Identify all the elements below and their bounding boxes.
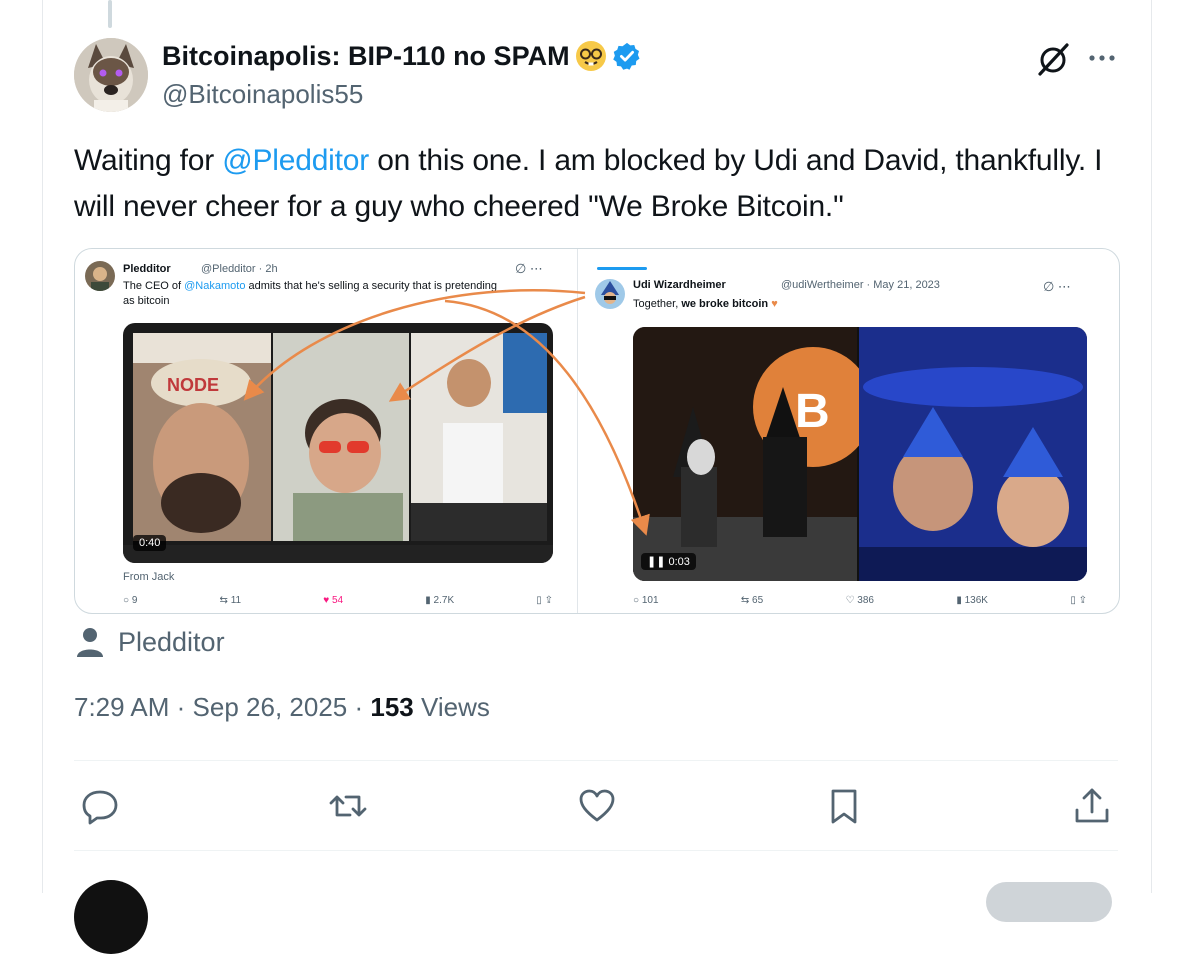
author-display-name[interactable]: Bitcoinapolis: BIP-110 no SPAM: [162, 41, 570, 72]
tweet-media-image[interactable]: Pledditor @Pledditor · 2h The CEO of @Na…: [74, 248, 1120, 614]
thread-connector-line: [108, 0, 112, 28]
author-handle[interactable]: @Bitcoinapolis55: [162, 79, 363, 110]
verified-badge-icon: [612, 41, 642, 71]
separator-dot: ·: [354, 692, 364, 722]
tweet-time[interactable]: 7:29 AM: [74, 692, 169, 722]
share-icon[interactable]: [1072, 786, 1112, 826]
separator-dot: ·: [176, 692, 186, 722]
reply-composer-avatar[interactable]: [74, 880, 148, 954]
nerd-face-emoji-icon: [575, 41, 606, 71]
tweet-text: Waiting for @Pledditor on this one. I am…: [74, 138, 1134, 230]
retweet-icon[interactable]: [328, 786, 368, 826]
bookmark-icon[interactable]: [824, 786, 864, 826]
like-icon[interactable]: [577, 786, 617, 826]
reply-button[interactable]: [986, 882, 1112, 922]
views-count: 153: [370, 692, 414, 722]
person-icon: [77, 628, 103, 657]
divider: [74, 760, 1118, 761]
attribution-label[interactable]: Pledditor: [118, 627, 225, 658]
dog-avatar-image: [74, 38, 148, 112]
tweet-date[interactable]: Sep 26, 2025: [193, 692, 348, 722]
grok-icon[interactable]: [1034, 40, 1072, 78]
more-icon[interactable]: [1086, 46, 1118, 70]
tweet-text-before: Waiting for: [74, 144, 223, 177]
tweet-timestamp-row: 7:29 AM · Sep 26, 2025 · 153 Views: [74, 692, 490, 723]
author-avatar[interactable]: [74, 38, 148, 112]
views-label: Views: [421, 692, 490, 722]
reply-icon[interactable]: [80, 786, 120, 826]
author-display-name-row[interactable]: Bitcoinapolis: BIP-110 no SPAM: [162, 38, 642, 74]
divider: [74, 850, 1118, 851]
media-attribution[interactable]: Pledditor: [76, 624, 225, 660]
orange-annotation-arrows: [243, 289, 650, 536]
mention-link[interactable]: @Pledditor: [222, 144, 369, 177]
